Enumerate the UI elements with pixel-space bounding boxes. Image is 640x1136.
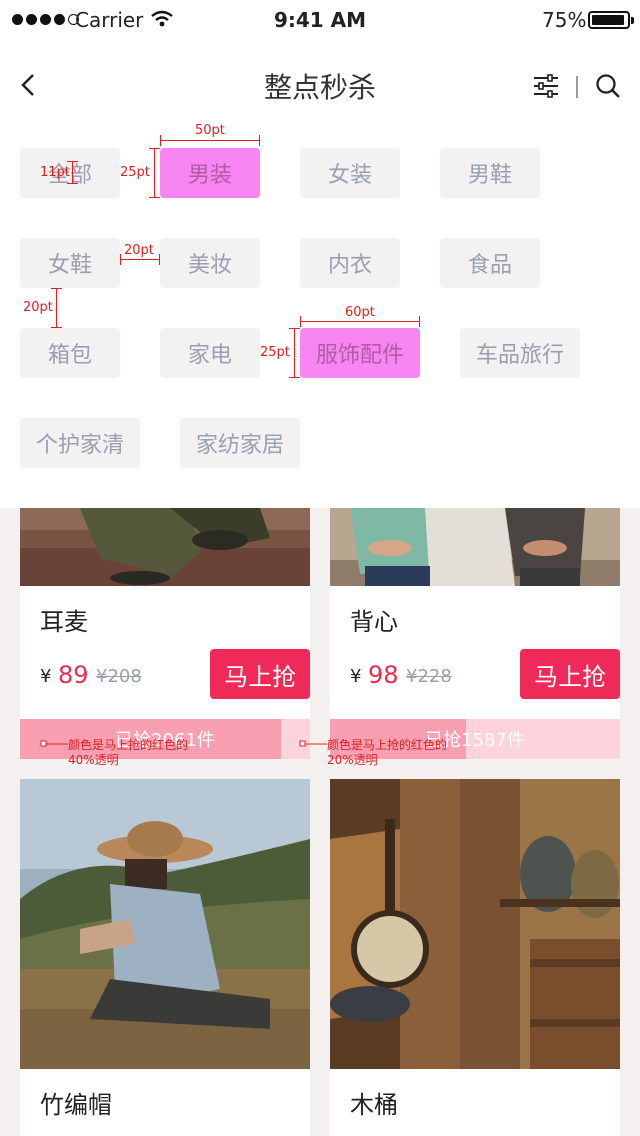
annotation-line — [259, 135, 260, 146]
annotation-line — [289, 328, 300, 329]
product-card[interactable]: 背心 ¥ 98 ¥228 马上抢 已抢1587件 — [330, 508, 620, 759]
annotation-line — [160, 140, 260, 141]
original-price: ¥228 — [406, 666, 452, 687]
nav-bar: 整点秒杀 — [0, 40, 640, 130]
annotation-label: 20pt — [23, 300, 53, 315]
status-bar: Carrier 9:41 AM 75% — [0, 0, 640, 40]
annotation-line — [149, 197, 160, 198]
currency-symbol: ¥ — [40, 666, 52, 687]
annotation-line — [120, 259, 160, 260]
note-pointer — [40, 740, 68, 747]
category-chip[interactable]: 美妆 — [160, 238, 260, 288]
annotation-line — [51, 327, 62, 328]
annotation-line — [56, 288, 57, 328]
grab-now-button[interactable]: 马上抢 — [520, 649, 620, 699]
product-image — [330, 779, 620, 1069]
original-price: ¥208 — [96, 666, 142, 687]
category-chip[interactable]: 全部 — [20, 148, 120, 198]
annotation-line — [289, 377, 300, 378]
annotation-label: 25pt — [120, 165, 150, 180]
category-chip[interactable]: 家电 — [160, 328, 260, 378]
product-name: 耳麦 — [40, 608, 88, 636]
product-card[interactable]: 竹编帽 — [20, 779, 310, 1136]
annotation-line — [120, 254, 121, 265]
annotation-note: 颜色是马上抢的红色的40%透明 — [68, 738, 189, 767]
product-image — [330, 508, 620, 586]
annotation-line — [67, 183, 78, 184]
annotation-line — [160, 135, 161, 146]
product-card[interactable]: 耳麦 ¥ 89 ¥208 马上抢 已抢2061件 — [20, 508, 310, 759]
category-chip[interactable]: 女鞋 — [20, 238, 120, 288]
category-chip[interactable]: 女装 — [300, 148, 400, 198]
category-chip[interactable]: 男鞋 — [440, 148, 540, 198]
annotation-line — [419, 316, 420, 327]
annotation-line — [51, 288, 62, 289]
annotation-line — [154, 148, 155, 198]
category-chip[interactable]: 内衣 — [300, 238, 400, 288]
product-name: 竹编帽 — [40, 1091, 112, 1119]
category-chip[interactable]: 箱包 — [20, 328, 120, 378]
annotation-label: 25pt — [260, 345, 290, 360]
annotation-line — [149, 148, 160, 149]
annotation-line — [159, 254, 160, 265]
category-chip[interactable]: 家纺家居 — [180, 418, 300, 468]
category-chip[interactable]: 食品 — [440, 238, 540, 288]
category-panel: 全部 男装 女装 男鞋 女鞋 美妆 内衣 食品 箱包 家电 服饰配件 车品旅行 … — [0, 124, 640, 508]
filter-icon[interactable] — [532, 72, 560, 100]
sale-price: 89 — [58, 661, 89, 689]
product-name: 木桶 — [350, 1091, 398, 1119]
annotation-line — [300, 321, 420, 322]
product-image — [20, 508, 310, 586]
annotation-label: 60pt — [345, 305, 375, 320]
annotation-label: 20pt — [124, 243, 154, 258]
annotation-line — [67, 161, 78, 162]
product-name: 背心 — [350, 608, 398, 636]
note-pointer — [299, 740, 327, 747]
category-chip[interactable]: 车品旅行 — [460, 328, 580, 378]
annotation-label: 11pt — [40, 165, 70, 180]
annotation-line — [294, 328, 295, 378]
annotation-label: 50pt — [195, 123, 225, 138]
nav-divider — [576, 76, 578, 98]
product-card[interactable]: 木桶 — [330, 779, 620, 1136]
category-chip-selected[interactable]: 服饰配件 — [300, 328, 420, 378]
product-image — [20, 779, 310, 1069]
sale-price: 98 — [368, 661, 399, 689]
search-icon[interactable] — [594, 72, 622, 100]
annotation-note: 颜色是马上抢的红色的20%透明 — [327, 738, 448, 767]
grab-now-button[interactable]: 马上抢 — [210, 649, 310, 699]
battery-percent: 75% — [542, 8, 587, 32]
category-chip-selected[interactable]: 男装 — [160, 148, 260, 198]
category-chip[interactable]: 个护家清 — [20, 418, 140, 468]
battery-icon — [588, 11, 634, 29]
annotation-line — [72, 161, 73, 183]
currency-symbol: ¥ — [350, 666, 362, 687]
annotation-line — [300, 316, 301, 327]
